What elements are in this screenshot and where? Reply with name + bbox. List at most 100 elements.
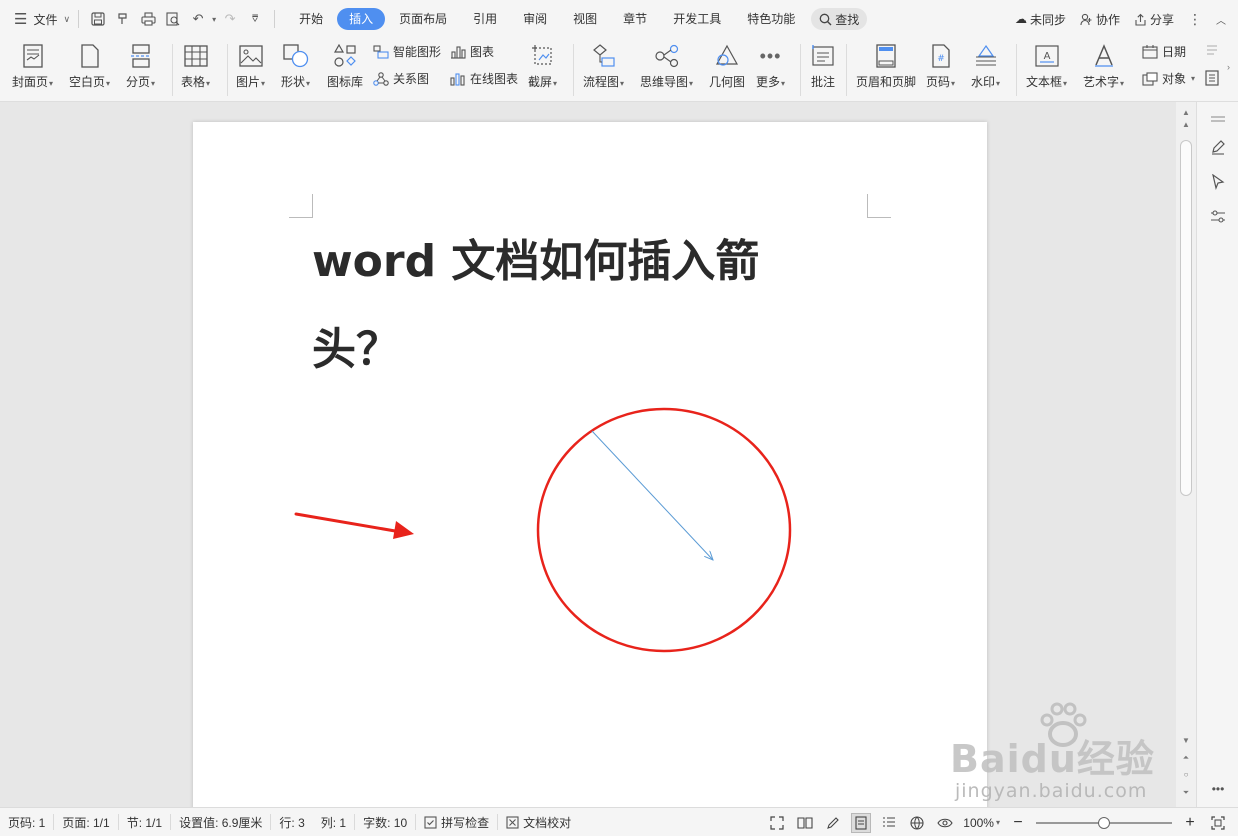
collaborate-button[interactable]: 协作: [1080, 11, 1120, 28]
blank-page-button[interactable]: 空白页▾: [69, 38, 110, 102]
shapes-icon: [282, 43, 309, 69]
table-button[interactable]: 表格▾: [181, 38, 210, 102]
more-tools-icon[interactable]: •••: [1207, 778, 1229, 800]
mind-map-button[interactable]: 思维导图▾: [640, 38, 693, 102]
status-page-number[interactable]: 页码: 1: [0, 814, 55, 830]
smart-art-button[interactable]: 智能图形: [373, 43, 441, 60]
scroll-down-icon[interactable]: ▼: [1176, 736, 1196, 745]
relation-chart-button[interactable]: 关系图: [373, 70, 429, 87]
cloud-icon: ☁: [1014, 12, 1027, 26]
tab-chapter[interactable]: 章节: [611, 8, 659, 30]
web-view-icon[interactable]: [907, 813, 927, 833]
browse-object-icon[interactable]: ○: [1176, 770, 1196, 779]
settings-sliders-icon[interactable]: [1207, 206, 1229, 228]
chart-button[interactable]: 图表: [450, 43, 494, 60]
page-break-button[interactable]: 分页▾: [126, 38, 155, 102]
reading-mode-icon[interactable]: [795, 813, 815, 833]
status-pages[interactable]: 页面: 1/1: [54, 814, 119, 830]
tab-page-layout[interactable]: 页面布局: [387, 8, 459, 30]
status-setting-value[interactable]: 设置值: 6.9厘米: [171, 814, 272, 830]
scrollbar-thumb[interactable]: [1180, 140, 1192, 496]
sync-status-button[interactable]: ☁ 未同步: [1015, 11, 1066, 28]
print-preview-icon[interactable]: [162, 8, 184, 30]
shapes-button[interactable]: 形状▾: [281, 38, 310, 102]
online-chart-button[interactable]: 在线图表: [450, 70, 518, 87]
spell-check-label: 拼写检查: [441, 815, 490, 830]
text-box-button[interactable]: A 文本框▾: [1026, 38, 1067, 102]
date-button[interactable]: 日期: [1142, 43, 1186, 60]
search-button[interactable]: 查找: [811, 8, 868, 30]
zoom-in-icon[interactable]: +: [1180, 813, 1200, 833]
text-direction-button[interactable]: [1205, 43, 1219, 57]
redo-icon[interactable]: ↷: [219, 8, 241, 30]
chevron-down-icon[interactable]: ▾: [212, 15, 216, 24]
file-menu[interactable]: ☰ 文件 ∨: [0, 0, 70, 38]
icon-library-button[interactable]: 图标库: [327, 38, 363, 102]
doc-proofread-button[interactable]: 文档校对: [498, 814, 579, 830]
more-button[interactable]: ••• 更多▾: [756, 38, 785, 102]
fullscreen-icon[interactable]: [767, 813, 787, 833]
write-mode-icon[interactable]: [823, 813, 843, 833]
ribbon-scroll-right-icon[interactable]: ›: [1227, 62, 1230, 72]
object-button[interactable]: 对象 ▾: [1142, 70, 1195, 87]
tab-view[interactable]: 视图: [561, 8, 609, 30]
pane-collapse-icon[interactable]: [1207, 108, 1229, 130]
scroll-up-icon[interactable]: ▲: [1176, 108, 1196, 117]
menu-icon: ☰: [14, 11, 28, 28]
tab-developer[interactable]: 开发工具: [661, 8, 733, 30]
page-view-icon[interactable]: [851, 812, 872, 833]
status-section[interactable]: 节: 1/1: [119, 814, 172, 830]
vertical-scrollbar[interactable]: ▲ ▲ ▼ ⏶ ○ ⏷: [1176, 102, 1196, 807]
inserted-arrow-shape[interactable]: [591, 430, 713, 560]
previous-page-icon[interactable]: ⏶: [1176, 753, 1196, 763]
collapse-ribbon-icon[interactable]: ︿: [1216, 12, 1226, 27]
zoom-level[interactable]: 100% ▾: [963, 813, 1000, 833]
tab-review[interactable]: 审阅: [511, 8, 559, 30]
edit-pen-icon[interactable]: [1207, 136, 1229, 158]
picture-button[interactable]: 图片▾: [236, 38, 265, 102]
zoom-slider-handle[interactable]: [1098, 816, 1110, 829]
format-painter-icon[interactable]: [112, 8, 134, 30]
select-pointer-icon[interactable]: [1207, 171, 1229, 193]
document-parts-button[interactable]: [1205, 70, 1219, 86]
text-lines-icon: [1207, 45, 1217, 55]
online-chart-icon: [450, 72, 465, 86]
cover-page-button[interactable]: 封面页▾: [12, 38, 53, 102]
word-art-button[interactable]: 艺术字▾: [1083, 38, 1124, 102]
save-icon[interactable]: [87, 8, 109, 30]
status-word-count[interactable]: 字数: 10: [355, 814, 417, 830]
header-footer-icon: [873, 43, 899, 69]
chevron-down-icon: ▾: [1063, 79, 1068, 88]
flowchart-button[interactable]: 流程图▾: [583, 38, 624, 102]
chevron-down-icon: ▾: [1120, 79, 1125, 88]
relation-chart-label: 关系图: [393, 72, 430, 86]
zoom-out-icon[interactable]: −: [1008, 813, 1028, 833]
next-page-icon[interactable]: ⏷: [1176, 788, 1196, 798]
tab-home[interactable]: 开始: [287, 8, 335, 30]
customize-toolbar-icon[interactable]: ⩢: [244, 8, 266, 30]
share-button[interactable]: 分享: [1134, 11, 1174, 28]
tab-insert[interactable]: 插入: [337, 8, 386, 30]
watermark-button[interactable]: 水印▾: [971, 38, 1000, 102]
blank-page-label: 空白页: [69, 75, 106, 89]
spell-check-button[interactable]: 拼写检查: [416, 814, 499, 830]
outline-view-icon[interactable]: [879, 813, 899, 833]
chevron-down-icon: ▾: [306, 79, 311, 88]
geometry-button[interactable]: 几何图: [709, 38, 745, 102]
search-label: 查找: [835, 12, 860, 27]
tab-special-features[interactable]: 特色功能: [735, 8, 807, 30]
comment-button[interactable]: 批注: [810, 38, 836, 102]
red-highlight-circle: [536, 407, 792, 653]
zoom-slider[interactable]: [1036, 816, 1172, 829]
fit-page-icon[interactable]: [1208, 813, 1228, 833]
undo-icon[interactable]: ↶: [187, 8, 209, 30]
more-options-icon[interactable]: ⋮: [1188, 11, 1202, 28]
screenshot-button[interactable]: 截屏▾: [528, 38, 557, 102]
scroll-up-icon[interactable]: ▲: [1176, 120, 1196, 129]
tab-references[interactable]: 引用: [461, 8, 509, 30]
header-footer-button[interactable]: 页眉和页脚: [856, 38, 916, 102]
eye-protection-icon[interactable]: [935, 813, 955, 833]
print-icon[interactable]: [137, 8, 159, 30]
file-menu-label: 文件: [33, 12, 58, 27]
page-number-button[interactable]: # 页码▾: [926, 38, 955, 102]
